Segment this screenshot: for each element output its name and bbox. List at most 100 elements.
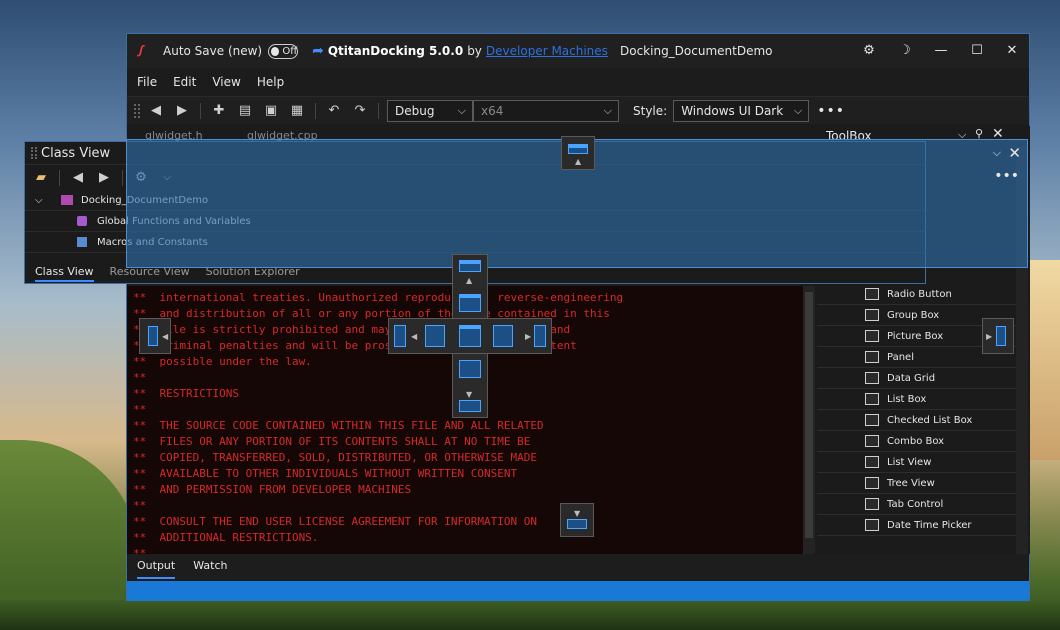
editor-scrollbar[interactable] [803, 286, 815, 554]
menu-file[interactable]: File [137, 75, 157, 89]
chevron-down-icon: ⌵ [793, 103, 803, 117]
toggle-knob [271, 46, 280, 56]
maximize-icon[interactable]: ☐ [966, 40, 988, 62]
status-bar [127, 581, 1029, 601]
dock-outer-left-icon[interactable] [394, 325, 406, 347]
tool-label: Data Grid [887, 372, 936, 384]
panel-icon [865, 351, 879, 363]
gear-icon[interactable]: ⚙ [858, 40, 880, 62]
platform-select[interactable]: x64 ⌵ [473, 99, 619, 122]
dock-outer-bottom-icon[interactable] [459, 400, 481, 412]
toolbox-item[interactable]: Data Grid [817, 368, 1016, 389]
forward-icon[interactable]: ▶ [172, 101, 192, 121]
dock-guide-top-edge[interactable]: ▲ [561, 136, 595, 170]
autosave-toggle[interactable]: Off [268, 43, 299, 59]
toolbox-item[interactable]: List View [817, 452, 1016, 473]
data-grid-icon [865, 372, 879, 384]
expand-chevron-icon[interactable]: ⌵ [35, 195, 45, 206]
undo-icon[interactable]: ↶ [324, 101, 344, 121]
toolbar-more-button[interactable]: ••• [817, 103, 845, 119]
dock-right-icon [996, 326, 1006, 346]
tool-label: Tab Control [887, 498, 944, 510]
code-line: ** AND PERMISSION FROM DEVELOPER MACHINE… [133, 483, 412, 496]
toolbox-item[interactable]: Combo Box [817, 431, 1016, 452]
autosave-label: Auto Save (new) [163, 44, 263, 58]
arrow-left-icon: ◀ [162, 332, 169, 341]
folder-icon[interactable]: ▰ [31, 168, 51, 188]
tab-output[interactable]: Output [137, 559, 176, 579]
style-select[interactable]: Windows UI Dark ⌵ [673, 99, 810, 122]
arrow-up-icon: ▲ [466, 276, 473, 285]
dock-inner-bottom-icon[interactable] [459, 360, 481, 378]
new-item-icon[interactable]: ✚ [209, 101, 229, 121]
toolbar-grip[interactable] [134, 103, 140, 118]
scrollbar-thumb[interactable] [805, 292, 813, 538]
title-bar[interactable]: ꭍ Auto Save (new) Off ➦ QtitanDocking 5.… [127, 34, 1029, 68]
dock-bottom-icon [567, 519, 587, 529]
back-icon[interactable]: ◀ [146, 101, 166, 121]
arrow-right-icon: ▶ [525, 332, 532, 341]
close-icon[interactable]: ✕ [1001, 40, 1023, 62]
close-icon: ✕ [1008, 144, 1021, 162]
toolbox-item[interactable]: Radio Button [817, 284, 1016, 305]
desktop-sky [1030, 260, 1060, 460]
back-icon[interactable]: ◀ [68, 168, 88, 188]
radio-button-icon [865, 288, 879, 300]
tab-class-view[interactable]: Class View [35, 265, 94, 282]
platform-value: x64 [481, 103, 504, 118]
dock-guide-right-edge[interactable]: ▶ [982, 318, 1014, 354]
more-icon: ••• [994, 168, 1019, 184]
chevron-down-icon: ⌵ [603, 103, 612, 117]
code-line: ** [133, 499, 147, 512]
config-select[interactable]: Debug ⌵ [387, 99, 473, 122]
code-line: ** [133, 547, 147, 554]
tool-label: Combo Box [887, 435, 945, 447]
document-title: Docking_DocumentDemo [620, 44, 773, 58]
menu-bar: File Edit View Help [127, 68, 1029, 96]
toolbar-separator [378, 102, 379, 119]
menu-view[interactable]: View [212, 75, 240, 89]
date-time-picker-icon [865, 519, 879, 531]
product-name: QtitanDocking 5.0.0 [327, 44, 464, 58]
dock-outer-top-icon[interactable] [459, 260, 481, 272]
checked-list-box-icon [865, 414, 879, 426]
arrow-left-icon: ◀ [411, 332, 418, 341]
dock-guide-left-edge[interactable]: ◀ [139, 318, 171, 354]
dock-outer-right-icon[interactable] [534, 325, 546, 347]
code-line: ** THE SOURCE CODE CONTAINED WITHIN THIS… [133, 419, 544, 432]
by-text: by [467, 44, 482, 58]
minimize-icon[interactable]: — [930, 40, 952, 62]
dock-left-icon [148, 326, 158, 346]
arrow-down-icon: ▼ [574, 509, 581, 518]
tree-view-icon [865, 477, 879, 489]
toolbox-item[interactable]: List Box [817, 389, 1016, 410]
dock-inner-right-icon[interactable] [493, 325, 513, 347]
code-line: ** ADDITIONAL RESTRICTIONS. [133, 531, 319, 544]
project-icon [61, 195, 73, 205]
toolbox-item[interactable]: Tree View [817, 473, 1016, 494]
save-icon[interactable]: ▣ [261, 101, 281, 121]
menu-edit[interactable]: Edit [173, 75, 196, 89]
drag-grip-icon[interactable] [31, 147, 37, 159]
dock-center-tab-icon[interactable] [459, 325, 481, 347]
dock-inner-left-icon[interactable] [425, 325, 445, 347]
open-folder-icon[interactable]: ▤ [235, 101, 255, 121]
tool-label: Tree View [887, 477, 935, 489]
config-value: Debug [395, 103, 435, 118]
dock-inner-top-icon[interactable] [459, 294, 481, 312]
toolbox-item[interactable]: Tab Control [817, 494, 1016, 515]
redo-icon[interactable]: ↷ [350, 101, 370, 121]
share-arrow-icon: ➦ [312, 43, 324, 59]
forward-icon[interactable]: ▶ [94, 168, 114, 188]
vendor-link[interactable]: Developer Machines [486, 44, 608, 58]
code-line: ** FILES OR ANY PORTION OF ITS CONTENTS … [133, 435, 531, 448]
menu-help[interactable]: Help [257, 75, 284, 89]
save-all-icon[interactable]: ▦ [287, 101, 307, 121]
tab-watch[interactable]: Watch [193, 559, 227, 575]
toolbox-item[interactable]: Checked List Box [817, 410, 1016, 431]
dock-guide-bottom-edge[interactable]: ▼ [560, 503, 594, 537]
theme-moon-icon[interactable]: ☽ [894, 40, 916, 62]
toolbox-item[interactable]: Date Time Picker [817, 515, 1016, 536]
chevron-down-icon: ⌵ [992, 146, 1001, 159]
style-value: Windows UI Dark [681, 103, 784, 118]
